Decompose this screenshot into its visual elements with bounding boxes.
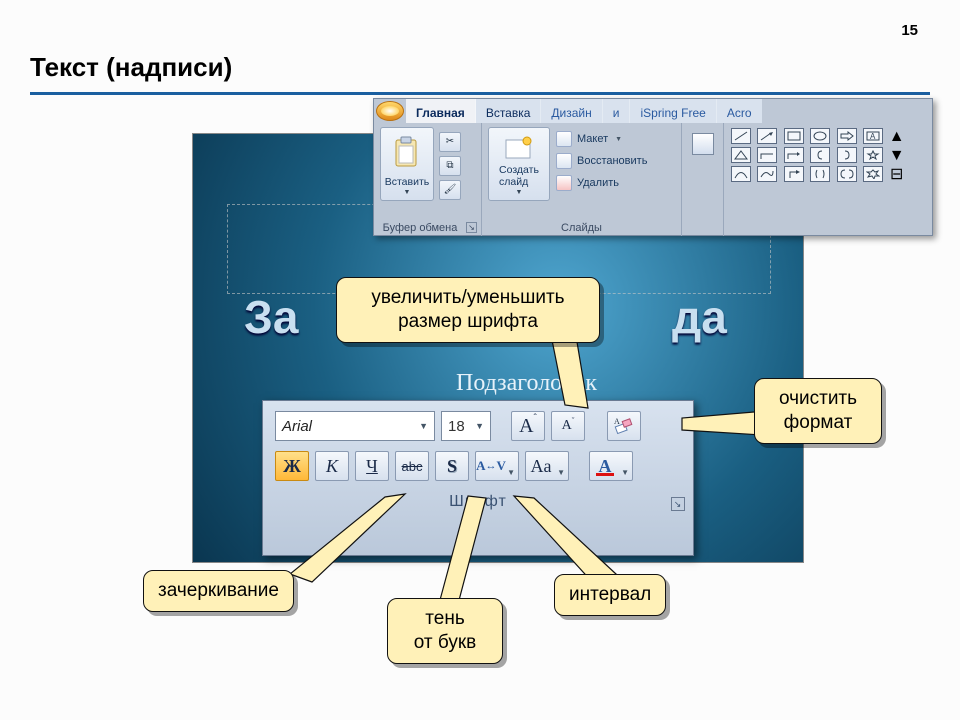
shadow-button[interactable]: S <box>435 451 469 481</box>
new-slide-label: Создать слайд <box>499 164 539 188</box>
ribbon-tabs: Главная Вставка Дизайн и iSpring Free Ac… <box>374 99 932 123</box>
shape-ellipse[interactable] <box>810 128 830 144</box>
delete-icon <box>556 175 572 191</box>
font-size-value: 18 <box>448 418 465 435</box>
shape-connector[interactable] <box>731 166 751 182</box>
dropdown-icon: ▼ <box>419 421 428 431</box>
clear-format-button[interactable]: A <box>607 411 641 441</box>
shape-elbow-arrow[interactable] <box>784 147 804 163</box>
delete-label: Удалить <box>577 177 619 189</box>
font-family-combo[interactable]: Arial ▼ <box>275 411 435 441</box>
dropdown-icon: ▼ <box>557 468 565 477</box>
bold-button[interactable]: Ж <box>275 451 309 481</box>
group-clipboard: Вставить ▼ ✂ ⧉ 🖌 Буфер обмена ↘ <box>374 123 482 236</box>
decrease-font-button[interactable]: Aˇ <box>551 411 585 441</box>
shape-triangle[interactable] <box>731 147 751 163</box>
callout-pointer <box>438 496 488 606</box>
tab-ispring[interactable]: iSpring Free <box>630 99 716 123</box>
clipboard-icon <box>393 136 421 171</box>
change-case-button[interactable]: Aa ▼ <box>525 451 569 481</box>
shape-burst[interactable] <box>863 166 883 182</box>
slide-title-left: За <box>244 290 298 344</box>
tab-home[interactable]: Главная <box>406 99 476 123</box>
cut-button[interactable]: ✂ <box>439 132 461 152</box>
shape-elbow[interactable] <box>757 147 777 163</box>
dropdown-icon: ▼ <box>404 189 411 196</box>
strike-button[interactable]: abc <box>395 451 429 481</box>
layout-label: Макет <box>577 133 608 145</box>
new-slide-button[interactable]: Создать слайд ▼ <box>488 127 550 201</box>
dropdown-icon: ▼ <box>507 468 515 477</box>
callout-font-size: увеличить/уменьшить размер шрифта <box>336 277 600 343</box>
paste-button[interactable]: Вставить ▼ <box>380 127 434 201</box>
shape-text[interactable]: A <box>863 128 883 144</box>
title-underline <box>30 92 930 95</box>
office-button[interactable] <box>376 101 404 121</box>
dialog-launcher-icon[interactable]: ↘ <box>671 497 685 511</box>
layout-icon <box>556 131 572 147</box>
tab-acrobat[interactable]: Acro <box>717 99 762 123</box>
new-slide-icon <box>504 136 534 167</box>
paste-label: Вставить <box>385 176 430 188</box>
page-number: 15 <box>901 22 918 39</box>
dropdown-icon: ▼ <box>475 421 484 431</box>
case-label: Aa <box>531 456 552 477</box>
tab-design[interactable]: Дизайн <box>541 99 602 123</box>
increase-font-button[interactable]: Aˆ <box>511 411 545 441</box>
shape-brace-r[interactable] <box>837 147 857 163</box>
reset-label: Восстановить <box>577 155 647 167</box>
slide-title-right: да <box>672 290 727 344</box>
shape-line[interactable] <box>731 128 751 144</box>
picture-icon[interactable] <box>692 133 714 155</box>
callout-pointer <box>508 496 618 586</box>
shape-star[interactable] <box>863 147 883 163</box>
page-title: Текст (надписи) <box>30 52 232 83</box>
shapes-scroll-up[interactable]: ▲ <box>890 129 904 145</box>
dropdown-icon: ▼ <box>621 468 629 477</box>
callout-shadow: тень от букв <box>387 598 503 664</box>
group-clipboard-label: Буфер обмена <box>383 222 458 234</box>
italic-button[interactable]: К <box>315 451 349 481</box>
format-painter-button[interactable]: 🖌 <box>439 180 461 200</box>
dialog-launcher-icon[interactable]: ↘ <box>466 222 477 233</box>
svg-text:A: A <box>870 132 876 141</box>
tab-insert[interactable]: Вставка <box>476 99 542 123</box>
delete-button[interactable]: Удалить <box>554 173 649 193</box>
shapes-scroll-down[interactable]: ▼ <box>890 148 904 164</box>
underline-button[interactable]: Ч <box>355 451 389 481</box>
copy-button[interactable]: ⧉ <box>439 156 461 176</box>
group-slides-label: Слайды <box>561 222 602 234</box>
eraser-icon: A <box>614 417 634 435</box>
callout-strike: зачеркивание <box>143 570 294 612</box>
font-color-button[interactable]: A▼ <box>589 451 633 481</box>
group-shapes: A ▲ ▼ <box>724 123 932 236</box>
svg-text:A: A <box>614 417 620 426</box>
reset-icon <box>556 153 572 169</box>
shape-arrow[interactable] <box>757 128 777 144</box>
callout-spacing: интервал <box>554 574 666 616</box>
ribbon-panel: Главная Вставка Дизайн и iSpring Free Ac… <box>373 98 933 236</box>
dropdown-icon: ▼ <box>615 136 622 143</box>
spacing-button[interactable]: A↔V▼ <box>475 451 519 481</box>
shape-double-brace[interactable] <box>810 166 830 182</box>
dropdown-icon: ▼ <box>516 189 523 196</box>
font-size-combo[interactable]: 18 ▼ <box>441 411 491 441</box>
shape-brace-l[interactable] <box>810 147 830 163</box>
group-slides: Создать слайд ▼ Макет ▼ Восстановить Удал… <box>482 123 682 236</box>
callout-pointer <box>290 494 410 584</box>
tab-extra[interactable]: и <box>603 99 631 123</box>
shape-curve[interactable] <box>757 166 777 182</box>
layout-button[interactable]: Макет ▼ <box>554 129 649 149</box>
group-picture <box>682 123 724 236</box>
shape-callout[interactable] <box>837 166 857 182</box>
callout-clear-format: очистить формат <box>754 378 882 444</box>
shape-block-arrow[interactable] <box>837 128 857 144</box>
shape-rect[interactable] <box>784 128 804 144</box>
shapes-more[interactable]: ⊟ <box>890 166 904 182</box>
font-family-value: Arial <box>282 418 312 435</box>
reset-button[interactable]: Восстановить <box>554 151 649 171</box>
shape-turn-arrow[interactable] <box>784 166 804 182</box>
